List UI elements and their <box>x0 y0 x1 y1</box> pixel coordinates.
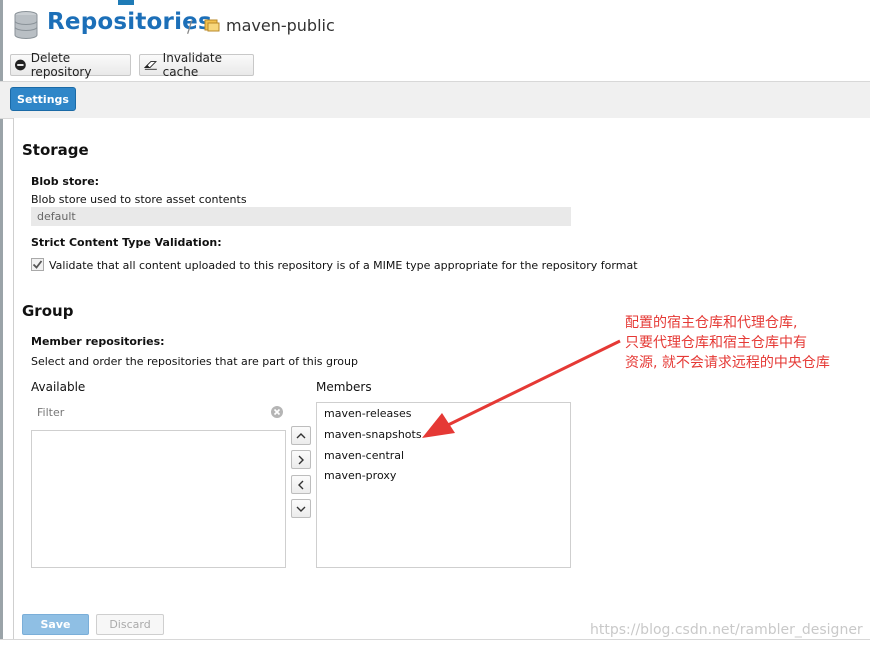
breadcrumb-repo-name: maven-public <box>226 16 335 35</box>
breadcrumb-separator: / <box>187 17 193 36</box>
annotation-note: 配置的宿主仓库和代理仓库, 只要代理仓库和宿主仓库中有 资源, 就不会请求远程的… <box>625 313 869 373</box>
blob-store-field: default <box>31 207 571 226</box>
available-label: Available <box>31 380 86 394</box>
chevron-down-icon <box>296 506 306 512</box>
watermark-text: https://blog.csdn.net/rambler_designer <box>590 622 863 638</box>
annotation-arrow-icon <box>422 339 621 438</box>
tab-strip <box>0 81 870 119</box>
clear-filter-icon[interactable] <box>270 405 284 419</box>
annotation-line: 配置的宿主仓库和代理仓库, <box>625 315 798 331</box>
chevron-left-icon <box>298 480 304 489</box>
member-repositories-help: Select and order the repositories that a… <box>31 355 358 368</box>
remove-member-button[interactable] <box>291 475 311 494</box>
group-heading: Group <box>22 302 74 320</box>
invalidate-cache-label: Invalidate cache <box>162 51 222 79</box>
annotation-line: 资源, 就不会请求远程的中央仓库 <box>625 355 830 371</box>
chevron-up-icon <box>296 432 306 438</box>
member-item[interactable]: maven-central <box>324 449 404 462</box>
strict-validation-checkbox[interactable] <box>31 258 44 271</box>
move-down-button[interactable] <box>291 499 311 518</box>
save-button[interactable]: Save <box>22 614 89 635</box>
bottom-edge <box>0 639 870 650</box>
tab-settings[interactable]: Settings <box>10 87 76 111</box>
members-label: Members <box>316 380 372 394</box>
blob-store-label: Blob store: <box>31 175 100 188</box>
repository-group-icon <box>204 19 220 32</box>
storage-heading: Storage <box>22 141 89 159</box>
minus-circle-icon <box>15 59 26 71</box>
discard-button[interactable]: Discard <box>96 614 164 635</box>
add-member-button[interactable] <box>291 450 311 469</box>
chevron-right-icon <box>298 455 304 464</box>
invalidate-cache-button[interactable]: Invalidate cache <box>139 51 254 79</box>
available-filter-input[interactable]: Filter <box>31 402 286 424</box>
available-list[interactable] <box>31 430 286 568</box>
top-accent <box>118 0 134 5</box>
delete-repository-label: Delete repository <box>30 51 92 79</box>
strict-validation-text: Validate that all content uploaded to th… <box>49 259 638 272</box>
eraser-icon <box>144 61 157 70</box>
checkmark-icon <box>32 260 43 269</box>
database-icon <box>14 11 38 39</box>
annotation-line: 只要代理仓库和宿主仓库中有 <box>625 335 807 351</box>
member-repositories-label: Member repositories: <box>31 335 165 348</box>
blob-store-help: Blob store used to store asset contents <box>31 193 247 206</box>
member-item[interactable]: maven-releases <box>324 407 412 420</box>
member-item[interactable]: maven-proxy <box>324 469 396 482</box>
delete-repository-button[interactable]: Delete repository <box>10 51 131 79</box>
strict-validation-label: Strict Content Type Validation: <box>31 236 222 249</box>
move-up-button[interactable] <box>291 426 311 445</box>
